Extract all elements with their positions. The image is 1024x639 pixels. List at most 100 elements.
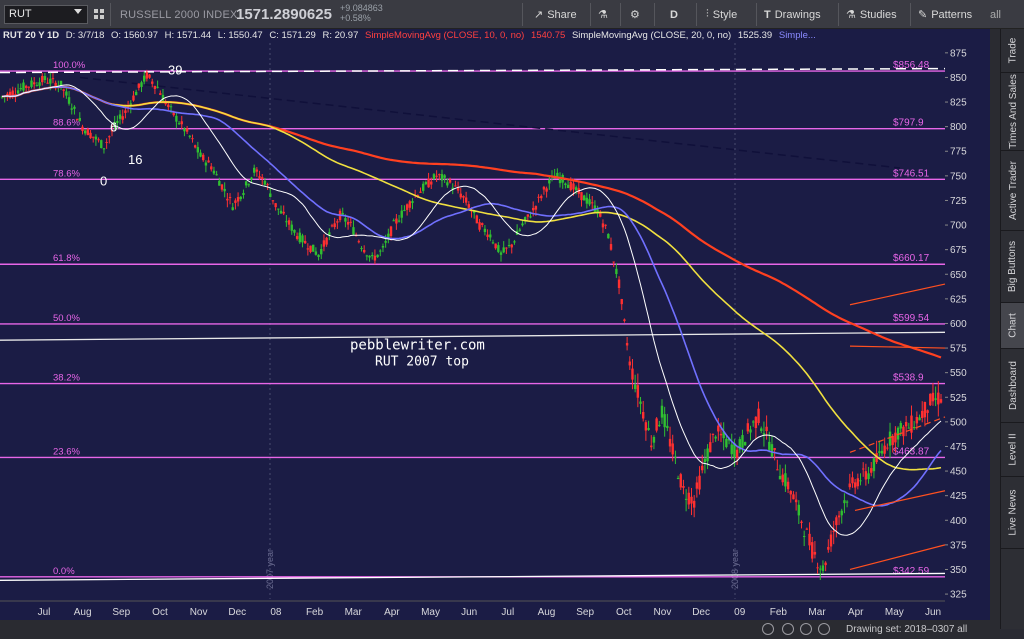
candle-body (660, 405, 664, 418)
patterns-button[interactable]: ✎ Patterns (918, 5, 972, 24)
studies-button[interactable]: ⚗ Studies (846, 5, 897, 24)
share-label: Share (547, 8, 577, 21)
symbol-dropdown-icon[interactable] (74, 9, 82, 14)
drawings-button[interactable]: T Drawings (764, 5, 821, 24)
sma10-value: 1540.75 (530, 30, 566, 41)
settings-button[interactable]: ⚙ (630, 5, 640, 24)
candle-body (41, 75, 44, 83)
candle-body (674, 456, 677, 458)
price-tick-label: 400 (950, 516, 967, 527)
candle-body (912, 426, 916, 429)
candle-body (134, 91, 138, 96)
side-tab-times-and-sales[interactable]: Times And Sales (1001, 73, 1024, 151)
candle-body (32, 82, 36, 85)
candle-body (81, 126, 84, 132)
candle-body (918, 417, 921, 421)
price-tick-label: 575 (950, 344, 967, 355)
candle-body (513, 241, 516, 243)
candle-body (819, 568, 822, 570)
candle-body (83, 130, 87, 134)
candle-body (507, 245, 511, 247)
candle-body (800, 521, 803, 523)
candle-body (51, 78, 55, 80)
candle-body (212, 170, 216, 174)
share-button[interactable]: ↗ Share (534, 5, 577, 24)
candle-body (636, 385, 640, 398)
candle-body (89, 132, 92, 139)
side-tab-live-news[interactable]: Live News (1001, 477, 1024, 549)
candle-body (870, 468, 873, 473)
candle-body (859, 480, 862, 482)
zoom-icon[interactable] (762, 623, 774, 635)
toolbar-divider (756, 3, 757, 26)
candle-body (701, 465, 704, 471)
chart-area[interactable]: 325 350 375 400 425 450 475 500 525 550 575 600 625 6… (0, 29, 990, 629)
candle-body (743, 442, 747, 446)
candle-body (861, 468, 865, 470)
candle-body (464, 197, 468, 203)
fib-percent-label: 23.6% (53, 446, 80, 457)
time-tick-label: Jun (925, 607, 941, 618)
candle-body (228, 197, 232, 199)
candle-body (62, 89, 65, 91)
year-marker-label: 2008 year (730, 549, 740, 589)
side-tab-level-ii[interactable]: Level II (1001, 423, 1024, 477)
period-button[interactable]: D (670, 5, 678, 24)
candle-body (717, 425, 720, 432)
candle-body (400, 210, 403, 218)
candle-body (770, 444, 774, 457)
candle-body (797, 504, 801, 516)
candle-body (929, 393, 932, 406)
candle-body (633, 384, 637, 389)
time-tick-label: Feb (770, 607, 788, 618)
candle-body (462, 195, 465, 198)
wave-label: 16 (128, 152, 142, 167)
price-tick-label: 850 (950, 73, 967, 84)
flask-button[interactable]: ⚗ (598, 5, 608, 24)
style-button[interactable]: ⫶ Style (706, 5, 737, 24)
candle-body (328, 232, 331, 235)
symbol-input[interactable]: RUT (4, 5, 88, 24)
candle-body (886, 447, 889, 449)
candle-body (298, 232, 301, 243)
candle-body (185, 128, 189, 132)
zoom-in-icon[interactable] (800, 623, 812, 635)
zoom-out-icon[interactable] (818, 623, 830, 635)
side-tab-trade[interactable]: Trade (1001, 29, 1024, 73)
candle-body (325, 237, 328, 245)
candle-body (124, 110, 127, 113)
candle-body (255, 169, 259, 172)
side-tab-big-buttons[interactable]: Big Buttons (1001, 231, 1024, 303)
price-chart[interactable]: 325 350 375 400 425 450 475 500 525 550 575 600 625 6… (0, 29, 990, 620)
price-tick-label: 350 (950, 565, 967, 576)
pan-icon[interactable] (782, 623, 794, 635)
candle-body (706, 448, 709, 462)
candle-body (202, 154, 205, 161)
candle-body (642, 412, 645, 419)
share-icon: ↗ (534, 9, 544, 21)
all-link[interactable]: all (990, 5, 1001, 24)
price-tick-label: 825 (950, 98, 967, 109)
candle-body (644, 422, 648, 431)
layout-grid-icon[interactable] (94, 5, 105, 24)
candle-body (682, 486, 685, 488)
candle-body (832, 531, 835, 533)
side-tab-active-trader[interactable]: Active Trader (1001, 151, 1024, 231)
candle-body (765, 426, 768, 432)
side-tab-chart[interactable]: Chart (1001, 303, 1024, 349)
candle-body (907, 427, 911, 429)
candle-body (346, 221, 350, 225)
candle-body (467, 204, 471, 208)
candle-body (566, 184, 570, 189)
candle-body (711, 433, 715, 435)
candle-body (612, 261, 615, 263)
percent-change: +0.58% (340, 13, 371, 23)
candle-body (719, 433, 723, 436)
price-tick-label: 325 (950, 590, 967, 601)
sma20-value: 1525.39 (737, 30, 773, 41)
candle-body (108, 136, 111, 138)
side-tab-dashboard[interactable]: Dashboard (1001, 349, 1024, 423)
candle-body (615, 268, 618, 275)
candle-body (395, 218, 398, 224)
all-label: all (990, 8, 1002, 21)
